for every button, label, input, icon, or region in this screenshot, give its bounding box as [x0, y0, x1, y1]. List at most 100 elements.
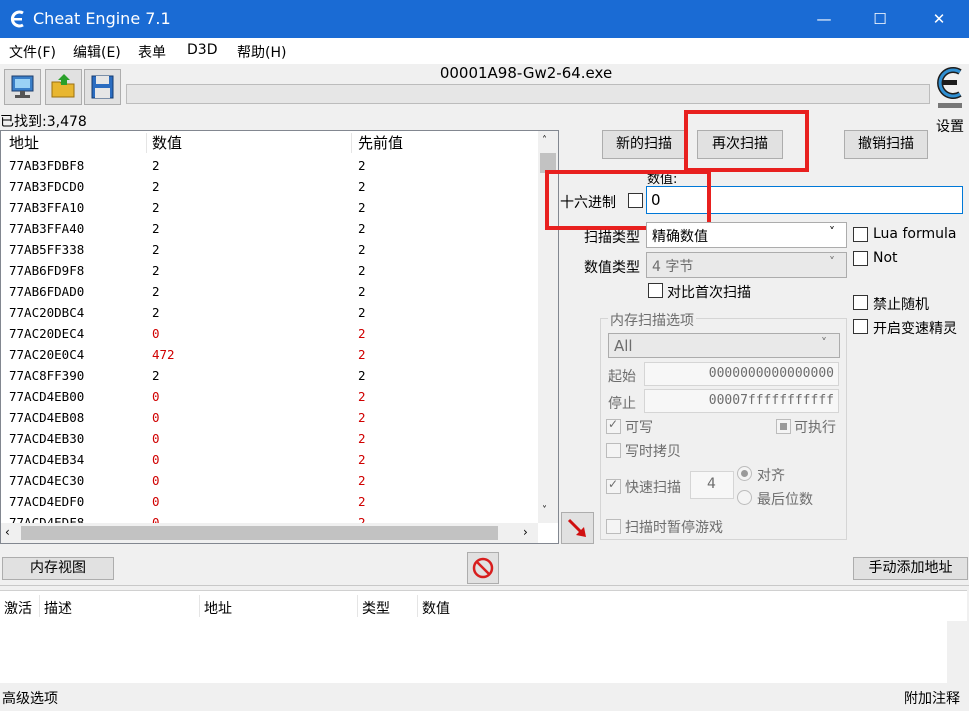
- table-row[interactable]: 77ACD4EC30 0 2: [1, 470, 537, 491]
- table-row[interactable]: 77AC8FF390 2 2: [1, 365, 537, 386]
- table-row[interactable]: 77AC20E0C4 472 2: [1, 344, 537, 365]
- hscroll-thumb[interactable]: [21, 526, 498, 540]
- disable-random-label: 禁止随机: [873, 297, 929, 313]
- lua-formula-checkbox[interactable]: [853, 227, 868, 242]
- menu-file[interactable]: 文件(F): [9, 42, 56, 62]
- previous-value-cell: 2: [358, 515, 366, 523]
- address-cell: 77AB3FFA10: [9, 200, 85, 215]
- fast-scan-checkbox[interactable]: ✓: [606, 477, 621, 494]
- col-description[interactable]: 描述: [44, 598, 72, 618]
- column-address[interactable]: 地址: [9, 131, 39, 155]
- memory-region-select[interactable]: All ˅: [608, 333, 840, 358]
- save-button[interactable]: [84, 69, 121, 105]
- red-arrow-icon: [567, 518, 586, 537]
- start-address-input[interactable]: 0000000000000000: [644, 362, 839, 386]
- compare-first-checkbox[interactable]: [648, 283, 663, 298]
- clear-list-button[interactable]: [467, 552, 499, 584]
- previous-value-cell: 2: [358, 326, 366, 341]
- previous-value-cell: 2: [358, 389, 366, 404]
- table-row[interactable]: 77AB3FFA40 2 2: [1, 218, 537, 239]
- minimize-button[interactable]: —: [795, 0, 853, 38]
- memory-view-button[interactable]: 内存视图: [2, 557, 114, 580]
- address-list[interactable]: 激活 描述 地址 类型 数值: [0, 590, 967, 683]
- table-row[interactable]: 77AB3FDCD0 2 2: [1, 176, 537, 197]
- copy-on-write-checkbox[interactable]: [606, 443, 621, 458]
- stop-address-input[interactable]: 00007fffffffffff: [644, 389, 839, 413]
- alignment-radio[interactable]: [737, 466, 752, 481]
- previous-value-cell: 2: [358, 368, 366, 383]
- table-row[interactable]: 77ACD4EB00 0 2: [1, 386, 537, 407]
- results-horizontal-scrollbar[interactable]: ‹ ›: [1, 523, 538, 543]
- undo-scan-button[interactable]: 撤销扫描: [844, 130, 928, 159]
- open-process-button[interactable]: [4, 69, 41, 105]
- menu-help[interactable]: 帮助(H): [237, 42, 286, 62]
- table-row[interactable]: 77AB6FDAD0 2 2: [1, 281, 537, 302]
- executable-checkbox[interactable]: [776, 419, 791, 434]
- value-cell: 2: [152, 284, 160, 299]
- menu-table[interactable]: 表单: [138, 42, 166, 62]
- value-type-label: 数值类型: [584, 260, 640, 276]
- process-name: 00001A98-Gw2-64.exe: [439, 64, 613, 82]
- menu-edit[interactable]: 编辑(E): [73, 42, 121, 62]
- advanced-options-label[interactable]: 高级选项: [2, 688, 58, 708]
- open-file-button[interactable]: [45, 69, 82, 105]
- add-to-list-button[interactable]: [561, 512, 594, 544]
- table-row[interactable]: 77ACD4EB08 0 2: [1, 407, 537, 428]
- computer-icon: [11, 75, 34, 98]
- previous-value-cell: 2: [358, 284, 366, 299]
- maximize-button[interactable]: ☐: [851, 0, 909, 38]
- not-checkbox[interactable]: [853, 251, 868, 266]
- settings-label[interactable]: 设置: [936, 116, 964, 136]
- address-cell: 77AB6FD9F8: [9, 263, 85, 278]
- table-row[interactable]: 77AC20DBC4 2 2: [1, 302, 537, 323]
- table-row[interactable]: 77ACD4EDF0 0 2: [1, 491, 537, 512]
- address-list-scrollbar[interactable]: [947, 621, 967, 683]
- address-cell: 77ACD4EDF8: [9, 515, 85, 523]
- disable-random-checkbox[interactable]: [853, 295, 868, 310]
- close-button[interactable]: ✕: [910, 0, 968, 38]
- previous-value-cell: 2: [358, 473, 366, 488]
- scan-results-list[interactable]: 地址 数值 先前值 77AB3FDBF8 2 2 77AB3FDCD0 2 2 77AB3F…: [0, 130, 559, 544]
- table-row[interactable]: 77AB3FFA10 2 2: [1, 197, 537, 218]
- table-row[interactable]: 77AB5FF338 2 2: [1, 239, 537, 260]
- scroll-right-icon[interactable]: ›: [523, 525, 528, 539]
- table-row[interactable]: 77AB3FDBF8 2 2: [1, 155, 537, 176]
- scroll-down-icon[interactable]: ˅: [542, 505, 547, 516]
- col-active[interactable]: 激活: [4, 598, 32, 618]
- table-row[interactable]: 77AC20DEC4 0 2: [1, 323, 537, 344]
- col-value[interactable]: 数值: [422, 598, 450, 618]
- table-row[interactable]: 77ACD4EB30 0 2: [1, 428, 537, 449]
- cheat-engine-settings-icon[interactable]: [932, 63, 968, 113]
- writable-checkbox[interactable]: ✓: [606, 417, 621, 434]
- col-type[interactable]: 类型: [362, 598, 390, 618]
- column-value[interactable]: 数值: [152, 131, 182, 155]
- splitter[interactable]: [0, 585, 969, 589]
- copy-on-write-label: 写时拷贝: [625, 444, 681, 460]
- value-type-select[interactable]: 4 字节 ˅: [646, 252, 847, 278]
- not-label: Not: [873, 250, 898, 266]
- address-cell: 77ACD4EB00: [9, 389, 85, 404]
- value-cell: 0: [152, 452, 160, 467]
- scroll-left-icon[interactable]: ‹: [5, 525, 10, 539]
- table-row[interactable]: 77ACD4EB34 0 2: [1, 449, 537, 470]
- value-cell: 472: [152, 347, 175, 362]
- scan-type-select[interactable]: 精确数值 ˅: [646, 222, 847, 248]
- menu-d3d[interactable]: D3D: [187, 42, 217, 58]
- speedhack-checkbox[interactable]: [853, 319, 868, 334]
- add-address-manually-button[interactable]: 手动添加地址: [853, 557, 968, 580]
- table-row[interactable]: 77ACD4EDF8 0 2: [1, 512, 537, 523]
- floppy-save-icon: [91, 75, 114, 99]
- table-row[interactable]: 77AB6FD9F8 2 2: [1, 260, 537, 281]
- new-scan-button[interactable]: 新的扫描: [602, 130, 686, 159]
- value-cell: 2: [152, 368, 160, 383]
- col-address[interactable]: 地址: [204, 598, 232, 618]
- previous-value-cell: 2: [358, 221, 366, 236]
- last-digits-radio[interactable]: [737, 490, 752, 505]
- column-previous[interactable]: 先前值: [358, 131, 403, 155]
- pause-game-checkbox[interactable]: [606, 519, 621, 534]
- scroll-up-icon[interactable]: ˄: [542, 135, 547, 146]
- fast-scan-value-input[interactable]: 4: [690, 471, 734, 499]
- highlight-next-scan: [684, 110, 809, 172]
- menu-bar: 文件(F) 编辑(E) 表单 D3D 帮助(H): [0, 38, 969, 64]
- table-comments-label[interactable]: 附加注释: [904, 688, 960, 708]
